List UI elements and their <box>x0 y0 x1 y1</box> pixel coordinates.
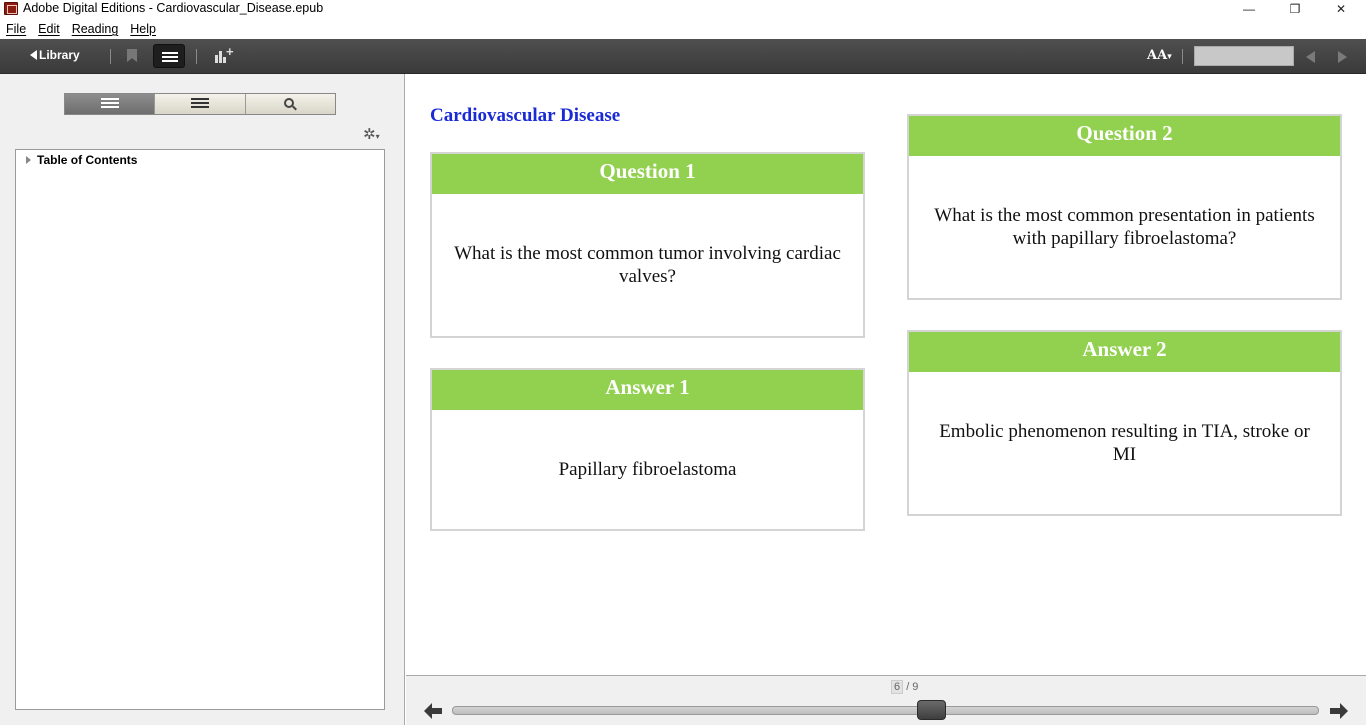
gear-dropdown-icon: ▾ <box>375 132 380 141</box>
list-icon <box>162 52 178 54</box>
minimize-button[interactable]: — <box>1226 0 1272 18</box>
reading-pane: Cardiovascular Disease Question 1 What i… <box>406 74 1366 675</box>
toc-tree: Table of Contents <box>15 149 385 710</box>
card-heading: Question 1 <box>432 154 863 194</box>
previous-page-arrow-icon[interactable] <box>424 703 442 719</box>
menu-file[interactable]: File <box>6 22 26 36</box>
close-button[interactable]: ✕ <box>1318 0 1364 18</box>
card-body: Embolic phenomenon resulting in TIA, str… <box>939 421 1310 465</box>
list-icon-line <box>162 56 178 58</box>
search-icon <box>284 98 295 108</box>
toolbar-divider <box>1182 49 1183 64</box>
card-body: What is the most common tumor involving … <box>454 243 841 287</box>
card-heading: Answer 1 <box>432 370 863 410</box>
tab-thumbnails[interactable] <box>65 94 156 114</box>
sidebar: ✲▾ Table of Contents <box>0 74 405 725</box>
expand-triangle-icon[interactable] <box>26 156 31 164</box>
question-1-card: Question 1 What is the most common tumor… <box>430 152 865 338</box>
total-pages: / 9 <box>906 681 919 693</box>
next-page-icon[interactable] <box>1338 51 1347 63</box>
toc-item-table-of-contents[interactable]: Table of Contents <box>37 153 137 167</box>
page-slider-track[interactable] <box>452 706 1319 715</box>
line <box>100 106 119 108</box>
line <box>190 106 209 108</box>
window-title: Adobe Digital Editions - Cardiovascular_… <box>23 1 324 15</box>
thumbnail-list-icon <box>100 98 119 110</box>
next-page-arrow-icon[interactable] <box>1330 703 1348 719</box>
previous-page-icon[interactable] <box>1306 51 1315 63</box>
page-indicator: 6 / 9 <box>891 680 918 694</box>
bookmark-list-icon <box>190 98 209 110</box>
tab-bookmarks[interactable] <box>155 94 246 114</box>
library-label: Library <box>39 48 80 62</box>
card-body: Papillary fibroelastoma <box>558 459 737 480</box>
line <box>190 102 209 104</box>
list-icon-line <box>162 60 178 62</box>
line <box>100 98 119 100</box>
plus-icon: + <box>226 44 234 59</box>
page-slider-handle[interactable] <box>917 700 946 720</box>
toolbar-divider <box>110 49 111 64</box>
menu-edit[interactable]: Edit <box>38 22 60 36</box>
back-arrow-icon <box>30 50 37 60</box>
bookmark-icon[interactable] <box>127 49 137 62</box>
answer-2-card: Answer 2 Embolic phenomenon resulting in… <box>907 330 1342 516</box>
bar <box>219 51 222 63</box>
font-dropdown-icon: ▾ <box>1167 52 1172 62</box>
toolbar: Library + AA▾ <box>0 39 1366 74</box>
add-stats-icon[interactable]: + <box>215 44 235 63</box>
title-bar: Adobe Digital Editions - Cardiovascular_… <box>0 0 1366 18</box>
page-navigation-bar: 6 / 9 <box>406 675 1366 725</box>
toc-toggle-button[interactable] <box>153 44 185 68</box>
line <box>100 102 119 104</box>
question-2-card: Question 2 What is the most common prese… <box>907 114 1342 300</box>
menu-help[interactable]: Help <box>130 22 156 36</box>
settings-gear-icon[interactable]: ✲▾ <box>363 127 380 144</box>
menu-bar: File Edit Reading Help <box>0 19 1366 39</box>
card-body: What is the most common presentation in … <box>934 205 1315 249</box>
sidebar-view-tabs <box>64 93 336 115</box>
library-button[interactable]: Library <box>30 48 80 62</box>
gear-glyph: ✲ <box>363 126 376 143</box>
app-logo-icon <box>4 2 18 15</box>
font-size-label: AA <box>1147 48 1168 63</box>
maximize-button[interactable]: ❐ <box>1272 0 1318 18</box>
chapter-title: Cardiovascular Disease <box>430 105 621 126</box>
line <box>190 98 209 100</box>
tab-search[interactable] <box>245 94 335 114</box>
page-number-input[interactable] <box>1194 46 1294 66</box>
toolbar-divider <box>196 49 197 64</box>
card-heading: Answer 2 <box>909 332 1340 372</box>
current-page: 6 <box>891 680 904 694</box>
answer-1-card: Answer 1 Papillary fibroelastoma <box>430 368 865 531</box>
menu-reading[interactable]: Reading <box>72 22 119 36</box>
bar <box>215 55 218 63</box>
font-size-button[interactable]: AA▾ <box>1147 48 1172 63</box>
card-heading: Question 2 <box>909 116 1340 156</box>
